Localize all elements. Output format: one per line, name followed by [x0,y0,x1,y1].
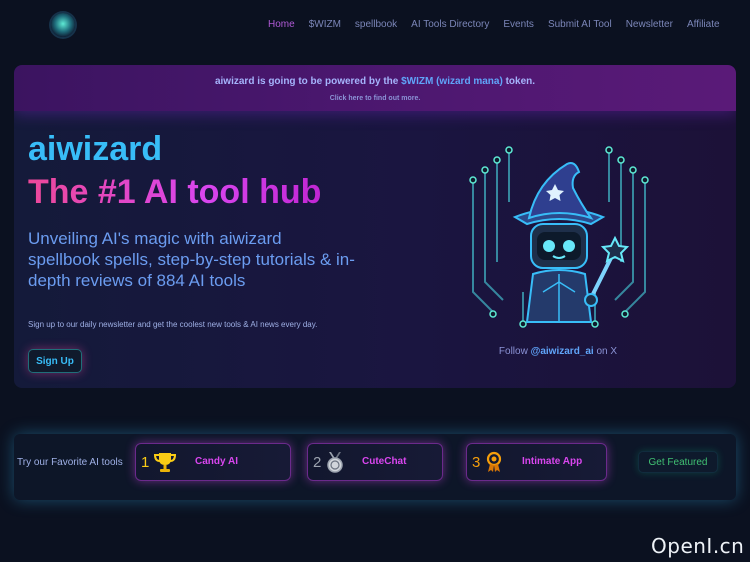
site-header: Home $WIZM spellbook AI Tools Directory … [0,0,750,52]
main-nav: Home $WIZM spellbook AI Tools Directory … [268,19,734,31]
follow-on-x-link[interactable]: Follow @aiwizard_ai on X [484,346,632,358]
nav-newsletter[interactable]: Newsletter [626,19,673,31]
bronze-award-icon [486,451,502,472]
tool-name: CuteChat [362,456,407,467]
banner-find-out-more-link[interactable]: Click here to find out more. [14,94,736,103]
banner-text: aiwizard is going to be powered by the $… [14,76,736,88]
follow-suffix: on X [593,346,618,357]
favorite-tool-3[interactable]: 3 Intimate App [466,443,607,481]
nav-home[interactable]: Home [268,19,295,31]
banner-text-part1: aiwizard is going to be powered by the [214,76,402,87]
nav-ai-tools-directory[interactable]: AI Tools Directory [411,19,489,31]
nav-wizm[interactable]: $WIZM [309,19,341,31]
silver-medal-icon [327,452,343,473]
x-handle[interactable]: @aiwizard_ai [531,346,594,357]
wizard-robot-icon [469,146,649,328]
tool-rank: 3 [472,454,481,471]
hero-subtitle: The #1 AI tool hub [28,173,322,211]
favorite-tool-1[interactable]: 1 Candy AI [135,443,291,481]
hero-title: aiwizard [28,130,163,168]
banner-token-highlight: $WIZM (wizard mana) [401,76,503,87]
banner-text-part2: token. [502,76,536,87]
tool-rank: 2 [313,454,322,471]
nav-affiliate[interactable]: Affiliate [687,19,720,31]
hero-description: Unveiling AI's magic with aiwizard spell… [28,229,355,290]
sign-up-button[interactable]: Sign Up [28,349,82,373]
follow-prefix: Follow [498,346,531,357]
wizm-announcement-banner[interactable]: aiwizard is going to be powered by the $… [14,65,736,111]
tool-name: Intimate App [522,456,583,467]
newsletter-note: Sign up to our daily newsletter and get … [28,320,318,329]
tool-name: Candy AI [195,456,238,467]
nav-spellbook[interactable]: spellbook [355,19,397,31]
hero-section: aiwizard is going to be powered by the $… [14,65,736,388]
favorite-tool-2[interactable]: 2 CuteChat [307,443,443,481]
nav-events[interactable]: Events [503,19,534,31]
favorite-tools-strip: Try our Favorite AI tools 1 Candy AI 2 C… [14,434,736,500]
wizard-robot-logo-icon[interactable] [51,13,75,37]
get-featured-button[interactable]: Get Featured [638,451,718,473]
watermark-text: OpenI.cn [651,534,745,558]
favorite-tools-label: Try our Favorite AI tools [17,457,123,468]
tool-rank: 1 [141,454,150,471]
nav-submit-ai-tool[interactable]: Submit AI Tool [548,19,612,31]
trophy-icon [153,453,177,472]
